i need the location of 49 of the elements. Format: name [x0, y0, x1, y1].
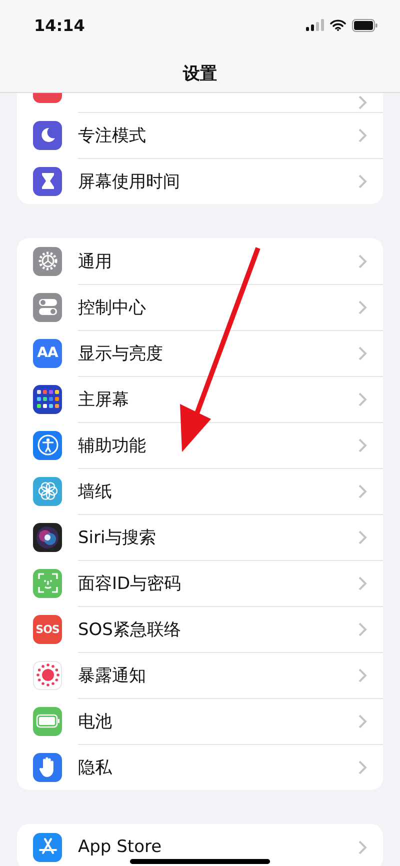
chevron-icon: [358, 174, 367, 189]
chevron-icon: [358, 300, 367, 315]
row-label: 显示与亮度: [78, 343, 164, 365]
row-label: App Store: [78, 837, 163, 857]
chevron-icon: [358, 760, 367, 775]
orb-icon: [33, 522, 62, 552]
icon-text: SOS: [36, 622, 60, 636]
row-label: 墙纸: [78, 481, 113, 503]
chevron-icon: [358, 484, 367, 499]
chevron-icon: [358, 576, 367, 591]
settings-row[interactable]: 屏幕使用时间: [17, 158, 383, 204]
settings-row[interactable]: 暴露通知: [17, 652, 383, 698]
chevron-icon: [358, 622, 367, 637]
settings-row[interactable]: 隐私: [17, 744, 383, 790]
settings-row[interactable]: 面容ID与密码: [17, 560, 383, 606]
app-icon: [33, 93, 62, 103]
wifi-icon: [330, 19, 346, 31]
chevron-icon: [358, 530, 367, 545]
row-label: 辅助功能: [78, 435, 147, 457]
row-label: 主屏幕: [78, 389, 130, 411]
row-label: 暴露通知: [78, 665, 147, 687]
chevron-icon: [358, 840, 367, 854]
settings-row[interactable]: 专注模式: [17, 112, 383, 158]
row-label: 电池: [78, 711, 113, 733]
chevron-icon: [358, 668, 367, 683]
row-label: 通用: [78, 250, 113, 272]
chevron-icon: [358, 714, 367, 729]
status-time: 14:14: [34, 16, 85, 34]
row-label: Siri与搜索: [78, 527, 158, 549]
chevron-icon: [358, 392, 367, 407]
row-label: 隐私: [78, 757, 113, 779]
row-label: 面容ID与密码: [78, 573, 182, 595]
row-label: 专注模式: [78, 125, 147, 147]
battery-icon: [352, 18, 378, 32]
row-label: 控制中心: [78, 297, 147, 319]
chevron-icon: [358, 346, 367, 361]
chevron-icon: [358, 438, 367, 453]
settings-row[interactable]: SOS SOS紧急联络: [17, 606, 383, 652]
row-label: 屏幕使用时间: [78, 171, 181, 193]
settings-row[interactable]: 墙纸: [17, 468, 383, 514]
settings-row[interactable]: Siri与搜索: [17, 514, 383, 560]
chevron-icon: [358, 254, 367, 268]
settings-row[interactable]: 电池: [17, 698, 383, 744]
icon-text: AA: [37, 345, 58, 361]
chevron-icon: [358, 95, 367, 110]
chevron-icon: [358, 128, 367, 143]
row-label: SOS紧急联络: [78, 619, 182, 641]
window-title: 设置: [183, 63, 217, 85]
signal-icon: [306, 19, 324, 31]
